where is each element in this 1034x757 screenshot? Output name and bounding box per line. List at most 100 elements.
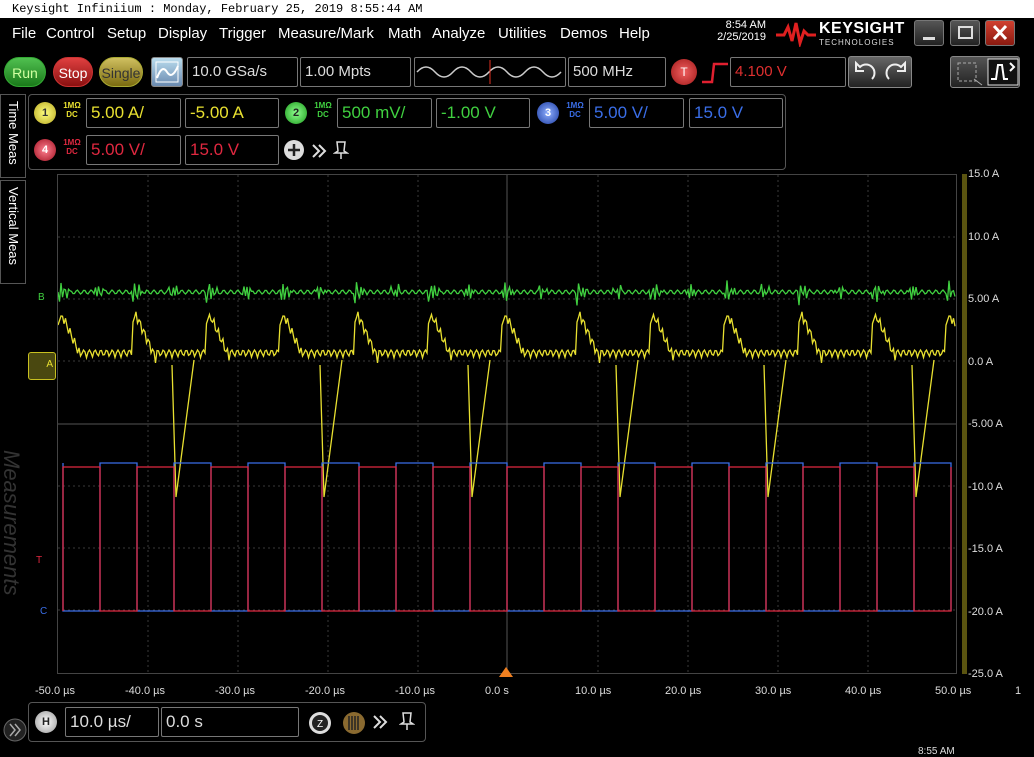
time-axis-label: -30.0 µs bbox=[215, 685, 255, 697]
channel-panel: 1 1MΩ DC 5.00 A/ -5.00 A 2 1MΩ DC 500 mV/ … bbox=[28, 94, 786, 170]
channel-4-scale[interactable]: 5.00 V/ bbox=[86, 135, 181, 165]
channel-4-coupling: 1MΩ DC bbox=[63, 138, 81, 156]
brand-sub: TECHNOLOGIES bbox=[819, 38, 895, 47]
channel-1-scale[interactable]: 5.00 A/ bbox=[86, 98, 181, 128]
menu-analyze[interactable]: Analyze bbox=[432, 25, 485, 42]
marker-a[interactable]: A bbox=[28, 352, 56, 380]
right-axis-label: -10.0 A bbox=[968, 480, 1003, 493]
channel-4-badge[interactable]: 4 bbox=[34, 139, 56, 161]
time-axis-label: 50.0 µs bbox=[935, 685, 972, 697]
bottom-clock: 8:55 AM bbox=[918, 746, 955, 757]
menu-math[interactable]: Math bbox=[388, 25, 421, 42]
graticule bbox=[57, 175, 956, 673]
rising-edge-icon[interactable] bbox=[700, 60, 730, 86]
channel-1-badge[interactable]: 1 bbox=[34, 102, 56, 124]
sample-rate-field[interactable]: 10.0 GSa/s bbox=[187, 57, 298, 87]
clock: 8:54 AM 2/25/2019 bbox=[717, 19, 766, 43]
pin-icon[interactable] bbox=[333, 140, 349, 160]
time-axis-label: -10.0 µs bbox=[395, 685, 435, 697]
svg-text:Z: Z bbox=[317, 719, 323, 730]
stop-button[interactable]: Stop bbox=[53, 57, 93, 87]
channel-2-badge[interactable]: 2 bbox=[285, 102, 307, 124]
tab-time-meas-label: Time Meas bbox=[6, 101, 21, 165]
navigate-icon[interactable] bbox=[341, 710, 367, 736]
channel-3-offset[interactable]: 15.0 V bbox=[689, 98, 783, 128]
channel-3-scale[interactable]: 5.00 V/ bbox=[589, 98, 684, 128]
window-title: Keysight Infiniium : Monday, February 25… bbox=[0, 0, 1034, 18]
page-indicator: 1 bbox=[1015, 685, 1022, 697]
trigger-level-field[interactable]: 4.100 V bbox=[730, 57, 846, 87]
time-axis-label: 20.0 µs bbox=[665, 685, 702, 697]
undo-icon[interactable] bbox=[850, 57, 880, 87]
close-icon bbox=[992, 24, 1008, 41]
right-axis-bar bbox=[962, 174, 967, 674]
add-channel-button[interactable] bbox=[284, 140, 304, 160]
channel-1-dip bbox=[319, 359, 343, 498]
autoscale-button[interactable] bbox=[151, 57, 183, 87]
channel-1-dip bbox=[171, 359, 195, 498]
marker-t[interactable]: T bbox=[36, 555, 42, 566]
channel-1-dip bbox=[615, 359, 639, 498]
single-button[interactable]: Single bbox=[99, 57, 143, 87]
tab-time-meas[interactable]: Time Meas bbox=[0, 94, 26, 178]
close-button[interactable] bbox=[985, 20, 1015, 46]
memory-depth-field[interactable]: 1.00 Mpts bbox=[300, 57, 411, 87]
menu-trigger[interactable]: Trigger bbox=[219, 25, 266, 42]
marker-c[interactable]: C bbox=[40, 606, 47, 617]
channel-1-offset[interactable]: -5.00 A bbox=[185, 98, 279, 128]
maximize-button[interactable] bbox=[950, 20, 980, 46]
horizontal-scale[interactable]: 10.0 µs/ bbox=[65, 707, 159, 737]
menu-demos[interactable]: Demos bbox=[560, 25, 608, 42]
right-axis-label: -20.0 A bbox=[968, 605, 1003, 618]
time-axis-label: -50.0 µs bbox=[35, 685, 75, 697]
redo-icon[interactable] bbox=[881, 57, 911, 87]
channel-3-badge[interactable]: 3 bbox=[537, 102, 559, 124]
plus-icon bbox=[288, 144, 300, 156]
run-button[interactable]: Run bbox=[4, 57, 46, 87]
pin-icon-bottom[interactable] bbox=[399, 711, 415, 731]
maximize-icon bbox=[958, 26, 973, 39]
menu-measure-mark[interactable]: Measure/Mark bbox=[278, 25, 374, 42]
horizontal-position[interactable]: 0.0 s bbox=[161, 707, 299, 737]
horizontal-panel: H 10.0 µs/ 0.0 s Z bbox=[28, 702, 426, 742]
right-axis-label: -15.0 A bbox=[968, 543, 1003, 555]
menu-utilities[interactable]: Utilities bbox=[498, 25, 546, 42]
trigger-badge[interactable]: T bbox=[671, 59, 697, 85]
measurements-panel-label: Measurements bbox=[0, 450, 24, 596]
waveform-display[interactable] bbox=[57, 174, 957, 674]
expand-chevrons-icon-bottom[interactable] bbox=[372, 713, 390, 731]
time-axis-label: 40.0 µs bbox=[845, 685, 882, 697]
horizontal-badge[interactable]: H bbox=[35, 711, 57, 733]
channel-3-coupling: 1MΩ DC bbox=[566, 101, 584, 119]
time-axis-label: 30.0 µs bbox=[755, 685, 792, 697]
menu-file[interactable]: File bbox=[12, 25, 36, 42]
menu-setup[interactable]: Setup bbox=[107, 25, 146, 42]
menu-display[interactable]: Display bbox=[158, 25, 207, 42]
channel-4-offset[interactable]: 15.0 V bbox=[185, 135, 279, 165]
right-axis-label: 5.00 A bbox=[968, 293, 1000, 305]
bandwidth-field[interactable]: 500 MHz bbox=[568, 57, 666, 87]
channel-4-trace bbox=[62, 466, 952, 612]
clock-time: 8:54 AM bbox=[725, 19, 766, 31]
channel-2-offset[interactable]: -1.00 V bbox=[436, 98, 530, 128]
waveform-preview-icon bbox=[416, 60, 562, 84]
waveform-preview[interactable] bbox=[414, 57, 566, 87]
channel-2-scale[interactable]: 500 mV/ bbox=[337, 98, 432, 128]
minimize-button[interactable] bbox=[914, 20, 944, 46]
channel-1-dip bbox=[911, 359, 935, 498]
menu-control[interactable]: Control bbox=[46, 25, 94, 42]
brand-name: KEYSIGHT bbox=[819, 20, 905, 37]
marker-b[interactable]: B bbox=[38, 292, 45, 303]
expand-chevrons-icon[interactable] bbox=[311, 142, 329, 160]
zoom-box-icon[interactable] bbox=[952, 57, 986, 87]
right-axis-label: 15.0 A bbox=[968, 168, 1000, 180]
waveform-mode-icon[interactable] bbox=[986, 57, 1020, 87]
menu-help[interactable]: Help bbox=[619, 25, 650, 42]
right-axis-label: 10.0 A bbox=[968, 230, 1000, 243]
time-axis-label: 0.0 s bbox=[485, 685, 509, 697]
minimize-icon bbox=[923, 37, 935, 40]
time-axis-label: 10.0 µs bbox=[575, 685, 612, 697]
tab-vertical-meas[interactable]: Vertical Meas bbox=[0, 180, 26, 284]
zoom-icon[interactable]: Z bbox=[307, 710, 333, 736]
expand-left-icon[interactable] bbox=[2, 716, 28, 744]
